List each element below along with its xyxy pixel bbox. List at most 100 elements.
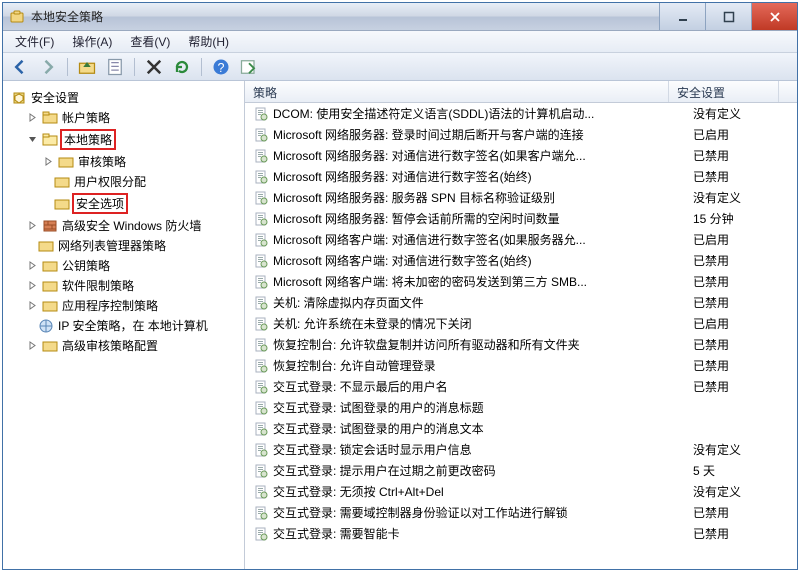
policy-row[interactable]: DCOM: 使用安全描述符定义语言(SDDL)语法的计算机启动...没有定义 (245, 103, 797, 124)
tree-app-control[interactable]: 应用程序控制策略 (25, 296, 242, 315)
tree-user-rights-label: 用户权限分配 (74, 173, 146, 190)
toolbar-separator (134, 58, 135, 76)
policy-row[interactable]: Microsoft 网络服务器: 登录时间过期后断开与客户端的连接已启用 (245, 124, 797, 145)
policy-setting: 已禁用 (689, 168, 793, 185)
policy-icon (253, 316, 269, 332)
tree-local-label: 本地策略 (60, 129, 116, 150)
chevron-right-icon[interactable] (27, 220, 38, 231)
back-button[interactable] (9, 56, 31, 78)
refresh-button[interactable] (171, 56, 193, 78)
window-title: 本地安全策略 (31, 8, 659, 25)
ipsec-icon (38, 318, 54, 334)
tree-root-label: 安全设置 (31, 89, 79, 106)
chevron-right-icon[interactable] (27, 112, 38, 123)
policy-setting: 15 分钟 (689, 210, 793, 227)
policy-setting: 已禁用 (689, 525, 793, 542)
tree-root[interactable]: 安全设置 (9, 88, 242, 107)
policy-row[interactable]: Microsoft 网络客户端: 对通信进行数字签名(如果服务器允...已启用 (245, 229, 797, 250)
export-button[interactable] (238, 56, 260, 78)
app-window: 本地安全策略 文件(F) 操作(A) 查看(V) 帮助(H) ? (2, 2, 798, 570)
chevron-right-icon[interactable] (27, 300, 38, 311)
policy-setting: 已禁用 (689, 504, 793, 521)
tree-pane[interactable]: 安全设置 帐户策略 (3, 81, 245, 569)
policy-name: Microsoft 网络客户端: 将未加密的密码发送到第三方 SMB... (273, 273, 689, 290)
policy-row[interactable]: 交互式登录: 提示用户在过期之前更改密码5 天 (245, 460, 797, 481)
menu-action[interactable]: 操作(A) (64, 31, 120, 52)
policy-row[interactable]: Microsoft 网络服务器: 对通信进行数字签名(始终)已禁用 (245, 166, 797, 187)
security-root-icon (11, 90, 27, 106)
policy-row[interactable]: 交互式登录: 需要智能卡已禁用 (245, 523, 797, 544)
tree-app-control-label: 应用程序控制策略 (62, 297, 158, 314)
policy-setting: 没有定义 (689, 189, 793, 206)
policy-row[interactable]: 关机: 允许系统在未登录的情况下关闭已启用 (245, 313, 797, 334)
policy-row[interactable]: 恢复控制台: 允许自动管理登录已禁用 (245, 355, 797, 376)
policy-setting: 已禁用 (689, 336, 793, 353)
policy-icon (253, 127, 269, 143)
policy-row[interactable]: 交互式登录: 不显示最后的用户名已禁用 (245, 376, 797, 397)
policy-row[interactable]: Microsoft 网络客户端: 对通信进行数字签名(始终)已禁用 (245, 250, 797, 271)
up-button[interactable] (76, 56, 98, 78)
policy-icon (253, 484, 269, 500)
menu-file[interactable]: 文件(F) (7, 31, 62, 52)
policy-setting: 没有定义 (689, 483, 793, 500)
tree-ipsec[interactable]: IP 安全策略，在 本地计算机 (25, 316, 242, 335)
policy-icon (253, 379, 269, 395)
policy-name: 交互式登录: 无须按 Ctrl+Alt+Del (273, 483, 689, 500)
maximize-button[interactable] (705, 3, 751, 30)
tree-security-options[interactable]: 安全选项 (41, 192, 242, 215)
help-button[interactable]: ? (210, 56, 232, 78)
tree-account-label: 帐户策略 (62, 109, 110, 126)
policy-row[interactable]: Microsoft 网络服务器: 对通信进行数字签名(如果客户端允...已禁用 (245, 145, 797, 166)
list-body[interactable]: DCOM: 使用安全描述符定义语言(SDDL)语法的计算机启动...没有定义Mi… (245, 103, 797, 569)
minimize-button[interactable] (659, 3, 705, 30)
policy-row[interactable]: 恢复控制台: 允许软盘复制并访问所有驱动器和所有文件夹已禁用 (245, 334, 797, 355)
policy-row[interactable]: 关机: 清除虚拟内存页面文件已禁用 (245, 292, 797, 313)
policy-row[interactable]: Microsoft 网络服务器: 暂停会话前所需的空闲时间数量15 分钟 (245, 208, 797, 229)
chevron-right-icon[interactable] (27, 340, 38, 351)
folder-icon (42, 278, 58, 294)
policy-name: 交互式登录: 不显示最后的用户名 (273, 378, 689, 395)
tree-audit[interactable]: 审核策略 (41, 152, 242, 171)
chevron-right-icon[interactable] (43, 156, 54, 167)
tree-adv-audit[interactable]: 高级审核策略配置 (25, 336, 242, 355)
tree-pubkey-label: 公钥策略 (62, 257, 110, 274)
policy-row[interactable]: 交互式登录: 试图登录的用户的消息标题 (245, 397, 797, 418)
column-setting[interactable]: 安全设置 (669, 81, 779, 102)
folder-icon (42, 298, 58, 314)
policy-row[interactable]: 交互式登录: 无须按 Ctrl+Alt+Del没有定义 (245, 481, 797, 502)
tree-user-rights[interactable]: 用户权限分配 (41, 172, 242, 191)
chevron-right-icon[interactable] (27, 260, 38, 271)
tree-local[interactable]: 本地策略 (25, 128, 242, 151)
tree-software-restrict[interactable]: 软件限制策略 (25, 276, 242, 295)
menu-help[interactable]: 帮助(H) (180, 31, 237, 52)
tree-pubkey[interactable]: 公钥策略 (25, 256, 242, 275)
column-policy[interactable]: 策略 (245, 81, 669, 102)
policy-row[interactable]: 交互式登录: 锁定会话时显示用户信息没有定义 (245, 439, 797, 460)
policy-setting: 已禁用 (689, 294, 793, 311)
policy-name: 关机: 清除虚拟内存页面文件 (273, 294, 689, 311)
chevron-right-icon[interactable] (27, 280, 38, 291)
policy-setting: 已启用 (689, 315, 793, 332)
policy-name: 交互式登录: 锁定会话时显示用户信息 (273, 441, 689, 458)
delete-button[interactable] (143, 56, 165, 78)
tree-account[interactable]: 帐户策略 (25, 108, 242, 127)
policy-icon (253, 421, 269, 437)
tree-firewall-label: 高级安全 Windows 防火墙 (62, 217, 201, 234)
tree-netlist-label: 网络列表管理器策略 (58, 237, 166, 254)
tree-netlist[interactable]: 网络列表管理器策略 (25, 236, 242, 255)
chevron-down-icon[interactable] (27, 134, 38, 145)
policy-row[interactable]: 交互式登录: 试图登录的用户的消息文本 (245, 418, 797, 439)
policy-name: 交互式登录: 试图登录的用户的消息文本 (273, 420, 689, 437)
policy-row[interactable]: Microsoft 网络客户端: 将未加密的密码发送到第三方 SMB...已禁用 (245, 271, 797, 292)
properties-button[interactable] (104, 56, 126, 78)
forward-button[interactable] (37, 56, 59, 78)
folder-icon (58, 154, 74, 170)
tree-firewall[interactable]: 高级安全 Windows 防火墙 (25, 216, 242, 235)
policy-row[interactable]: Microsoft 网络服务器: 服务器 SPN 目标名称验证级别没有定义 (245, 187, 797, 208)
policy-name: 恢复控制台: 允许软盘复制并访问所有驱动器和所有文件夹 (273, 336, 689, 353)
policy-row[interactable]: 交互式登录: 需要域控制器身份验证以对工作站进行解锁已禁用 (245, 502, 797, 523)
menu-view[interactable]: 查看(V) (122, 31, 178, 52)
toolbar-separator (201, 58, 202, 76)
close-button[interactable] (751, 3, 797, 30)
toolbar-separator (67, 58, 68, 76)
